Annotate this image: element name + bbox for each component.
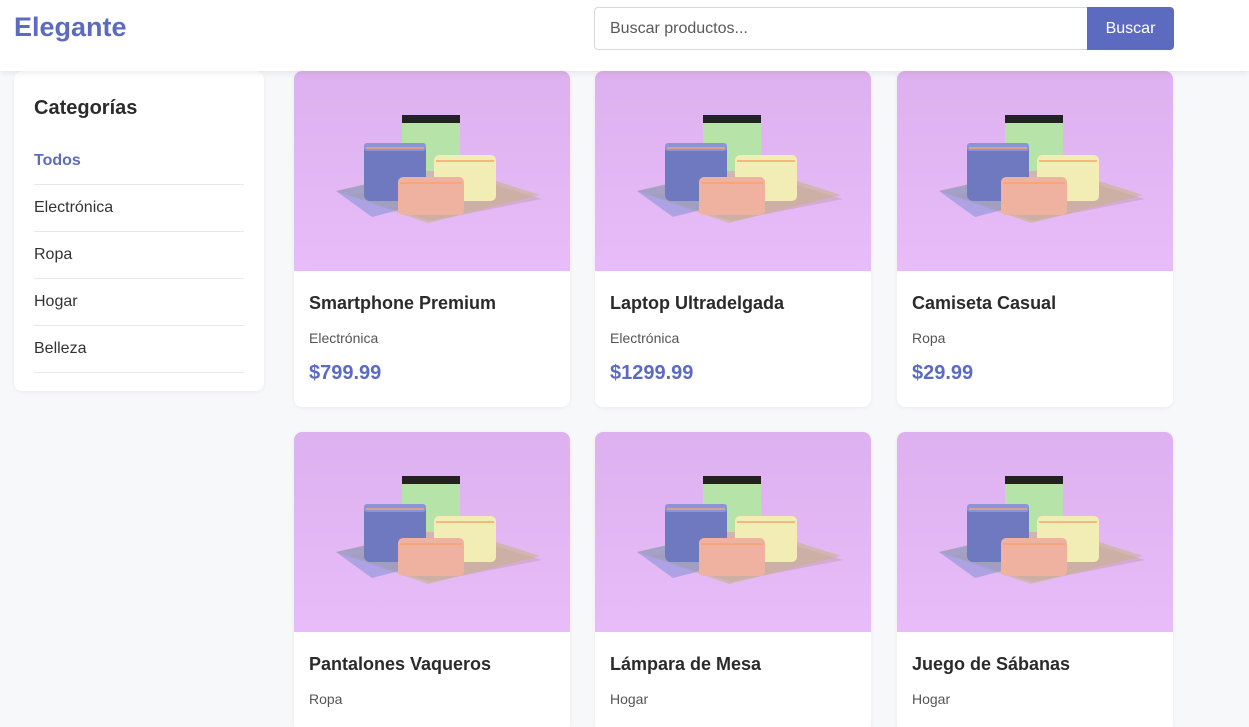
product-name[interactable]: Lámpara de Mesa xyxy=(610,654,856,688)
product-card[interactable]: Laptop Ultradelgada Electrónica $1299.99 xyxy=(595,71,871,407)
product-name[interactable]: Pantalones Vaqueros xyxy=(309,654,555,688)
category-item-hogar[interactable]: Hogar xyxy=(34,279,244,326)
product-name[interactable]: Juego de Sábanas xyxy=(912,654,1158,688)
product-card[interactable]: Lámpara de Mesa Hogar xyxy=(595,432,871,727)
product-card[interactable]: Smartphone Premium Electrónica $799.99 xyxy=(294,71,570,407)
category-item-ropa[interactable]: Ropa xyxy=(34,232,244,279)
category-sidebar: Categorías Todos Electrónica Ropa Hogar … xyxy=(14,71,264,391)
product-category: Ropa xyxy=(309,691,343,707)
product-price: $29.99 xyxy=(912,362,974,384)
site-header: Elegante Buscar xyxy=(0,0,1249,71)
product-price: $799.99 xyxy=(309,362,382,384)
category-item-electronica[interactable]: Electrónica xyxy=(34,185,244,232)
site-logo[interactable]: Elegante xyxy=(14,12,127,43)
product-price: $1299.99 xyxy=(610,362,694,384)
product-image[interactable] xyxy=(595,432,871,632)
product-image[interactable] xyxy=(294,432,570,632)
product-image[interactable] xyxy=(897,432,1173,632)
search-input[interactable] xyxy=(594,7,1088,50)
search-button[interactable]: Buscar xyxy=(1087,7,1174,50)
product-image[interactable] xyxy=(294,71,570,271)
product-image[interactable] xyxy=(897,71,1173,271)
product-card[interactable]: Camiseta Casual Ropa $29.99 xyxy=(897,71,1173,407)
product-card[interactable]: Juego de Sábanas Hogar xyxy=(897,432,1173,727)
product-name[interactable]: Smartphone Premium xyxy=(309,293,555,327)
product-category: Ropa xyxy=(912,330,946,346)
category-item-belleza[interactable]: Belleza xyxy=(34,326,244,373)
product-name[interactable]: Camiseta Casual xyxy=(912,293,1158,327)
product-name[interactable]: Laptop Ultradelgada xyxy=(610,293,856,327)
product-category: Hogar xyxy=(912,691,951,707)
product-image[interactable] xyxy=(595,71,871,271)
product-category: Electrónica xyxy=(309,330,379,346)
product-category: Electrónica xyxy=(610,330,680,346)
product-card[interactable]: Pantalones Vaqueros Ropa xyxy=(294,432,570,727)
category-item-todos[interactable]: Todos xyxy=(34,138,244,185)
product-category: Hogar xyxy=(610,691,649,707)
sidebar-title: Categorías xyxy=(34,97,138,119)
